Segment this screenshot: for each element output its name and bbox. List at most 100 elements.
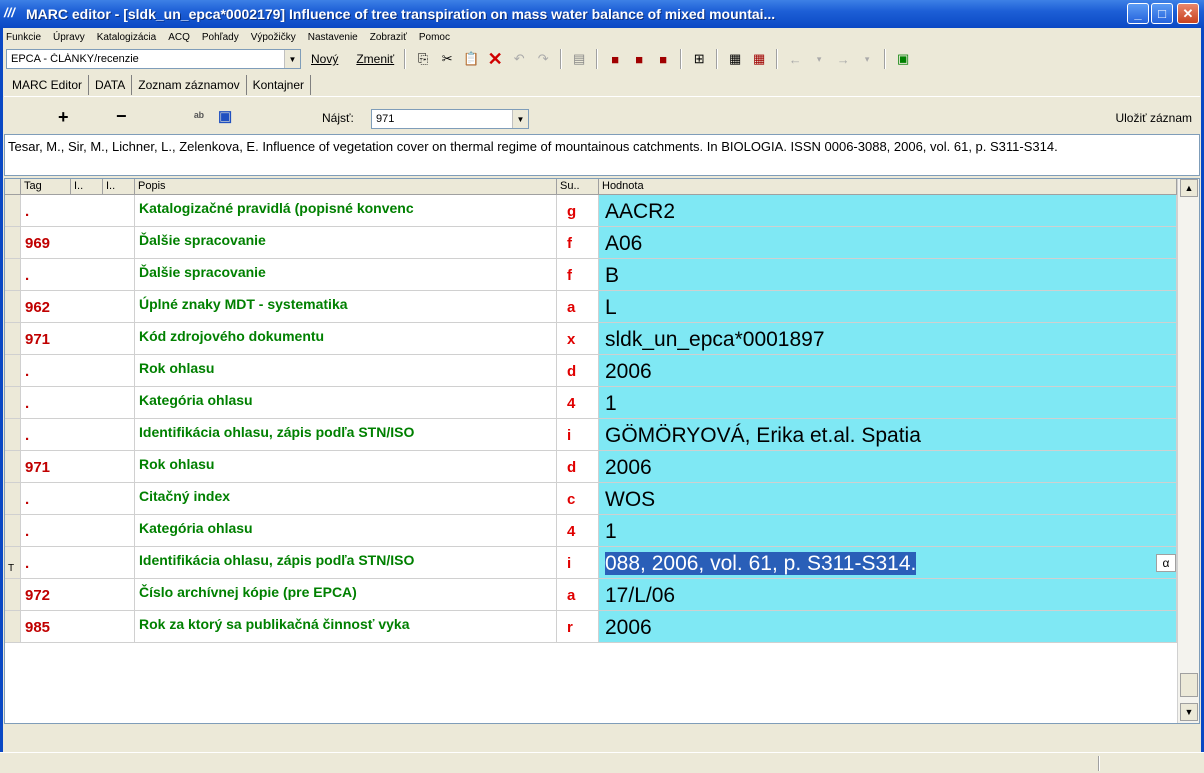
template-select[interactable]: EPCA - ČLÁNKY/recenzie ▼: [6, 49, 301, 69]
subfield-code[interactable]: a: [557, 291, 599, 322]
field-tag[interactable]: .: [21, 483, 135, 514]
close-button[interactable]: ✕: [1177, 3, 1199, 24]
new-button[interactable]: Nový: [311, 52, 338, 66]
maximize-button[interactable]: □: [1151, 3, 1173, 24]
menu-nastavenie[interactable]: Nastavenie: [308, 32, 358, 43]
chevron-down-icon[interactable]: ▼: [512, 110, 528, 128]
spellcheck-icon[interactable]: ᵃᵇ: [194, 109, 204, 124]
forward-dropdown-icon[interactable]: ▾: [857, 49, 877, 69]
field-value[interactable]: A06: [599, 227, 1177, 258]
subfield-code[interactable]: g: [557, 195, 599, 226]
field-value[interactable]: GÖMÖRYOVÁ, Erika et.al. Spatia: [599, 419, 1177, 450]
refresh-icon[interactable]: ▣: [893, 49, 913, 69]
menu-funkcie[interactable]: Funkcie: [6, 32, 41, 43]
field-tag[interactable]: .: [21, 387, 135, 418]
tab-data[interactable]: DATA: [89, 75, 133, 95]
field-value[interactable]: 1: [599, 515, 1177, 546]
scroll-up-icon[interactable]: ▲: [1180, 179, 1198, 197]
field-tag[interactable]: .: [21, 355, 135, 386]
field-tag[interactable]: 969: [21, 227, 135, 258]
table-row[interactable]: 971 Kód zdrojového dokumentu x sldk_un_epca…: [5, 323, 1177, 355]
record-first-icon[interactable]: ■: [605, 49, 625, 69]
field-value[interactable]: 17/L/06: [599, 579, 1177, 610]
field-value-text[interactable]: 088, 2006, vol. 61, p. S311-S314.: [605, 552, 917, 575]
field-value[interactable]: WOS: [599, 483, 1177, 514]
minimize-button[interactable]: _: [1127, 3, 1149, 24]
field-tag[interactable]: 971: [21, 451, 135, 482]
field-tag[interactable]: 985: [21, 611, 135, 642]
undo-icon[interactable]: ↶: [509, 49, 529, 69]
delete-icon[interactable]: ✕: [485, 49, 505, 69]
table-row[interactable]: 971 Rok ohlasu d 2006: [5, 451, 1177, 483]
field-value-text[interactable]: B: [605, 264, 619, 287]
header-popis[interactable]: Popis: [135, 179, 557, 194]
paste-icon[interactable]: 📋: [461, 49, 481, 69]
field-value-text[interactable]: GÖMÖRYOVÁ, Erika et.al. Spatia: [605, 424, 921, 447]
table-row[interactable]: 969 Ďalšie spracovanie f A06: [5, 227, 1177, 259]
record-prev-icon[interactable]: ■: [629, 49, 649, 69]
tab-marc-editor[interactable]: MARC Editor: [6, 75, 90, 95]
table-row[interactable]: . Katalogizačné pravidlá (popisné konvenc…: [5, 195, 1177, 227]
header-hodnota[interactable]: Hodnota: [599, 179, 1177, 194]
field-value-text[interactable]: 2006: [605, 360, 652, 383]
field-value[interactable]: 2006: [599, 451, 1177, 482]
structure-icon[interactable]: ⊞: [689, 49, 709, 69]
field-value[interactable]: 088, 2006, vol. 61, p. S311-S314. α: [599, 547, 1177, 578]
field-value[interactable]: 2006: [599, 355, 1177, 386]
table-row[interactable]: 985 Rok za ktorý sa publikačná činnosť vy…: [5, 611, 1177, 643]
vertical-scrollbar[interactable]: ▲ ▼: [1177, 179, 1199, 723]
table-row[interactable]: . Citačný index c WOS: [5, 483, 1177, 515]
redo-icon[interactable]: ↷: [533, 49, 553, 69]
grid-icon[interactable]: ▦: [725, 49, 745, 69]
header-ind1[interactable]: I..: [71, 179, 103, 194]
field-value[interactable]: L: [599, 291, 1177, 322]
record-next-icon[interactable]: ■: [653, 49, 673, 69]
subfield-code[interactable]: f: [557, 259, 599, 290]
field-value-text[interactable]: 2006: [605, 616, 652, 639]
field-tag[interactable]: .: [21, 547, 135, 578]
field-value-text[interactable]: WOS: [605, 488, 655, 511]
field-tag[interactable]: 971: [21, 323, 135, 354]
tab-zoznam-zaznamov[interactable]: Zoznam záznamov: [132, 75, 247, 95]
chevron-down-icon[interactable]: ▼: [284, 50, 300, 68]
table-row[interactable]: . Identifikácia ohlasu, zápis podľa STN/I…: [5, 419, 1177, 451]
preview-icon[interactable]: ▣: [218, 107, 232, 125]
field-value[interactable]: 1: [599, 387, 1177, 418]
table-row[interactable]: 972 Číslo archívnej kópie (pre EPCA) a 17/L…: [5, 579, 1177, 611]
field-value-text[interactable]: 2006: [605, 456, 652, 479]
field-tag[interactable]: .: [21, 195, 135, 226]
back-dropdown-icon[interactable]: ▾: [809, 49, 829, 69]
field-tag[interactable]: 972: [21, 579, 135, 610]
special-chars-button[interactable]: α: [1156, 554, 1176, 572]
table-row[interactable]: T. Identifikácia ohlasu, zápis podľa STN/…: [5, 547, 1177, 579]
menu-acq[interactable]: ACQ: [168, 32, 190, 43]
header-tag[interactable]: Tag: [21, 179, 71, 194]
header-subfield[interactable]: Su..: [557, 179, 599, 194]
menu-katalogizacia[interactable]: Katalogizácia: [97, 32, 156, 43]
back-arrow-icon[interactable]: ←: [785, 49, 805, 69]
scroll-thumb[interactable]: [1180, 673, 1198, 697]
table-row[interactable]: 962 Úplné znaky MDT - systematika a L: [5, 291, 1177, 323]
subfield-code[interactable]: 4: [557, 387, 599, 418]
subfield-code[interactable]: i: [557, 419, 599, 450]
subfield-code[interactable]: a: [557, 579, 599, 610]
subfield-code[interactable]: i: [557, 547, 599, 578]
menu-pohlady[interactable]: Pohľady: [202, 32, 239, 43]
field-value-text[interactable]: sldk_un_epca*0001897: [605, 328, 825, 351]
field-tag[interactable]: .: [21, 419, 135, 450]
field-value[interactable]: 2006: [599, 611, 1177, 642]
subfield-code[interactable]: c: [557, 483, 599, 514]
save-record-button[interactable]: Uložiť záznam: [1115, 111, 1192, 125]
table-row[interactable]: . Rok ohlasu d 2006: [5, 355, 1177, 387]
subfield-code[interactable]: f: [557, 227, 599, 258]
subfield-code[interactable]: r: [557, 611, 599, 642]
field-value[interactable]: AACR2: [599, 195, 1177, 226]
header-ind2[interactable]: I..: [103, 179, 135, 194]
document-icon[interactable]: ▤: [569, 49, 589, 69]
form-icon[interactable]: ▦: [749, 49, 769, 69]
subfield-code[interactable]: 4: [557, 515, 599, 546]
change-button[interactable]: Zmeniť: [356, 52, 394, 66]
forward-arrow-icon[interactable]: →: [833, 49, 853, 69]
field-value-text[interactable]: 1: [605, 520, 617, 543]
menu-vypozicky[interactable]: Výpožičky: [251, 32, 296, 43]
